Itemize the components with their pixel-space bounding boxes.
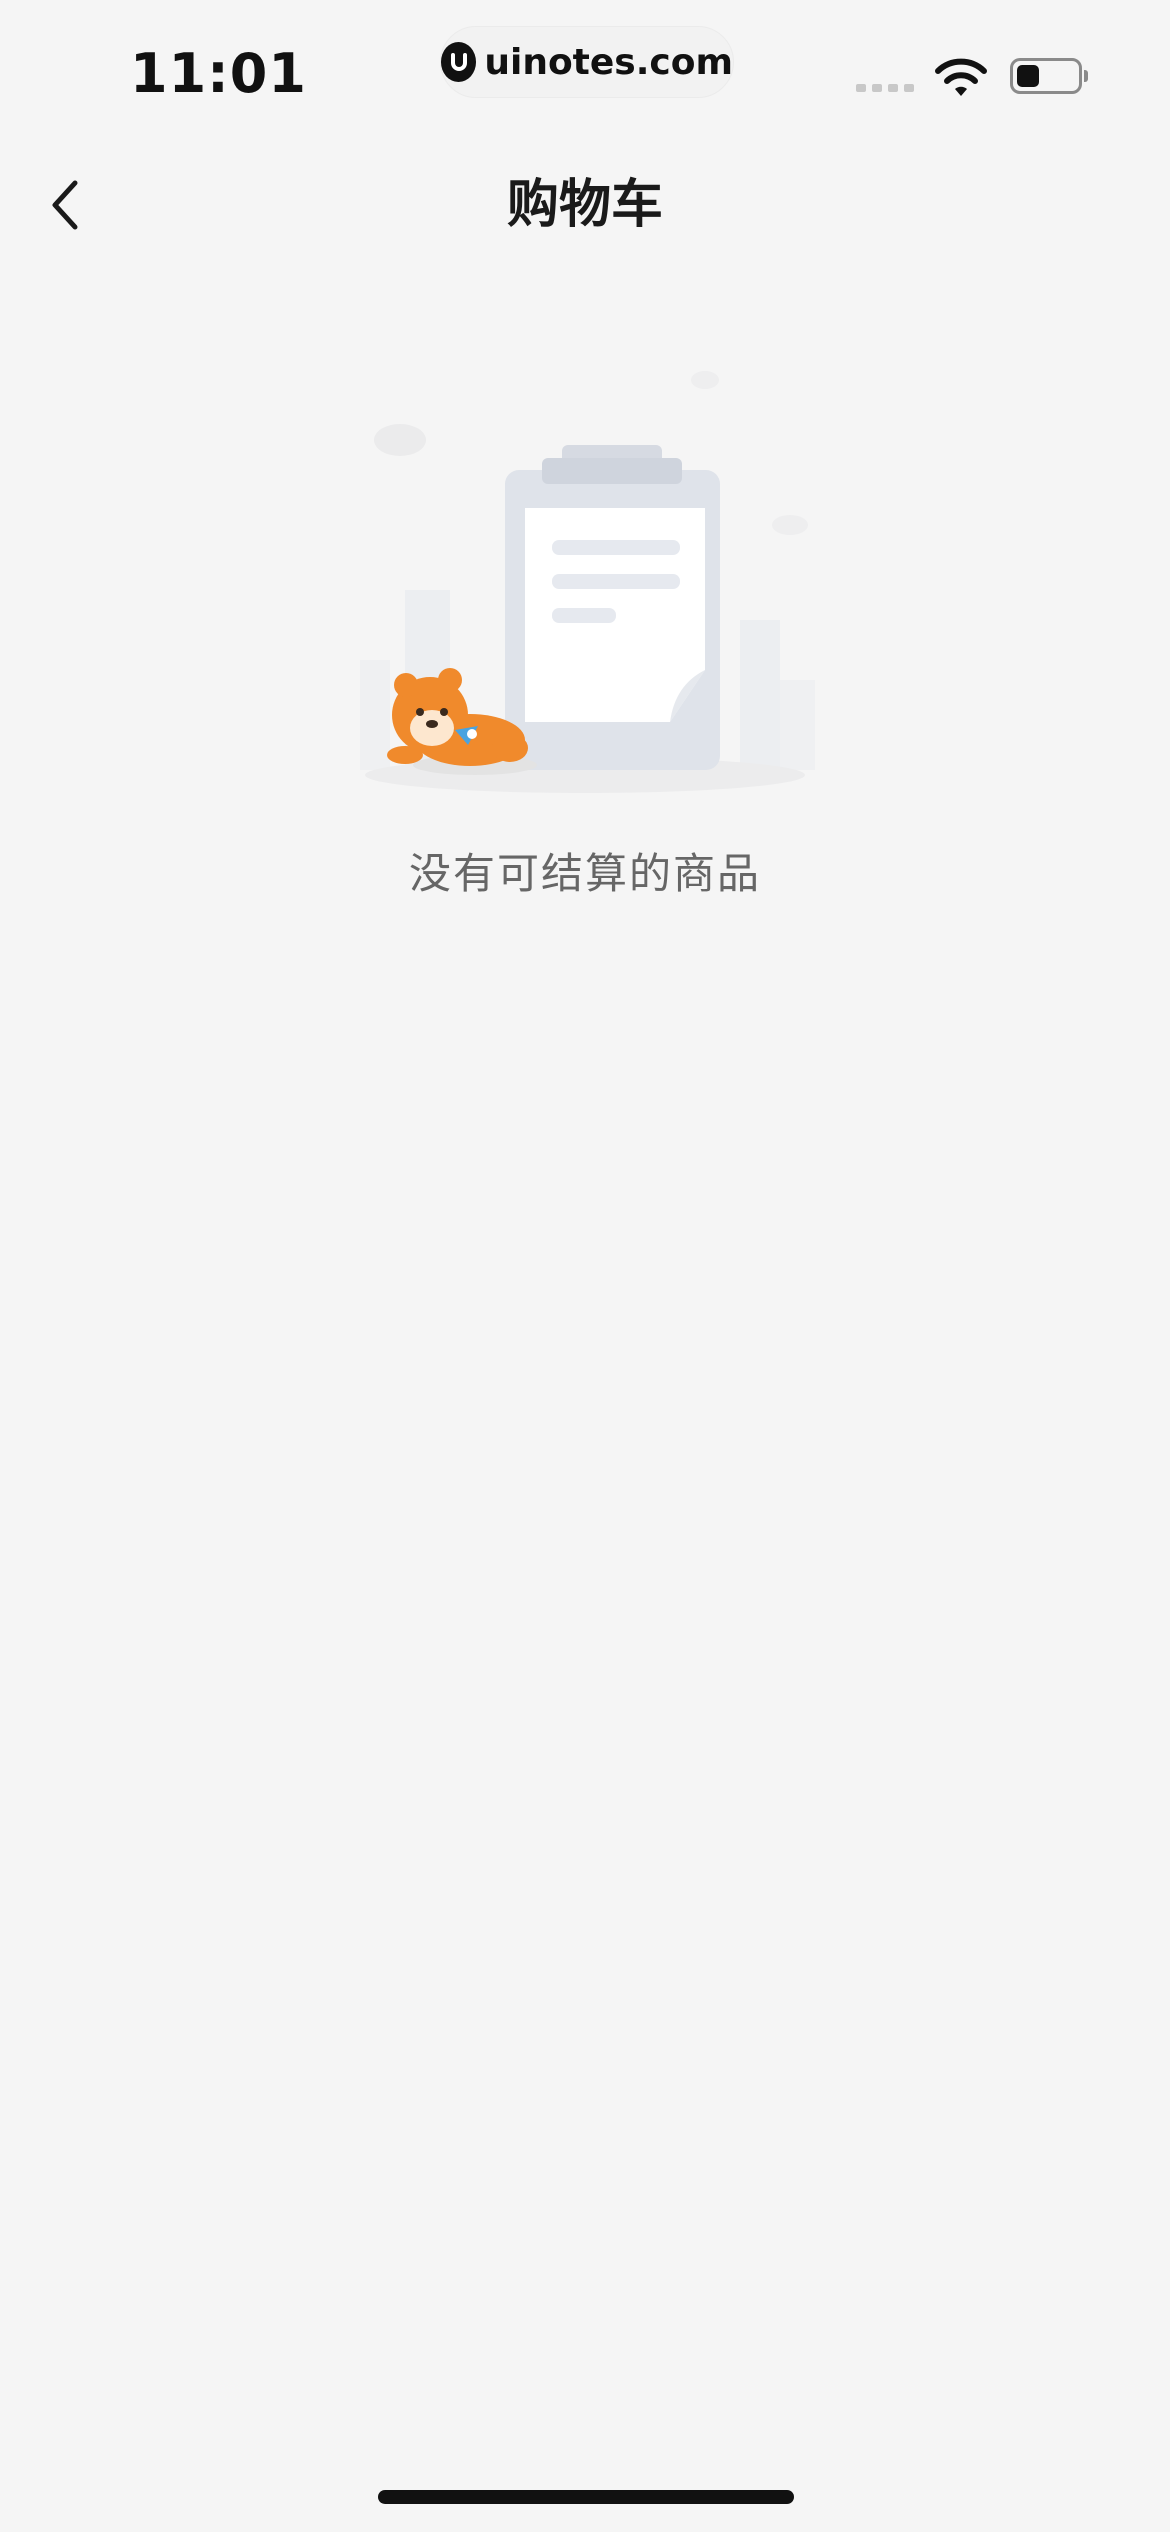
- status-bar: 11:01 uinotes.com: [0, 0, 1170, 140]
- wifi-icon: [935, 58, 987, 96]
- home-indicator: [378, 2490, 794, 2504]
- watermark-logo-icon: [441, 42, 477, 82]
- navigation-bar: 购物车: [0, 140, 1170, 270]
- empty-clipboard-illustration: [360, 371, 815, 793]
- page-title: 购物车: [506, 175, 663, 235]
- empty-message: 没有可结算的商品: [408, 849, 761, 898]
- watermark-badge: uinotes.com: [440, 26, 734, 98]
- watermark-text: uinotes.com: [484, 41, 733, 83]
- cellular-signal-icon: [856, 84, 914, 92]
- status-time: 11:01: [130, 42, 307, 105]
- battery-icon: [1010, 58, 1088, 94]
